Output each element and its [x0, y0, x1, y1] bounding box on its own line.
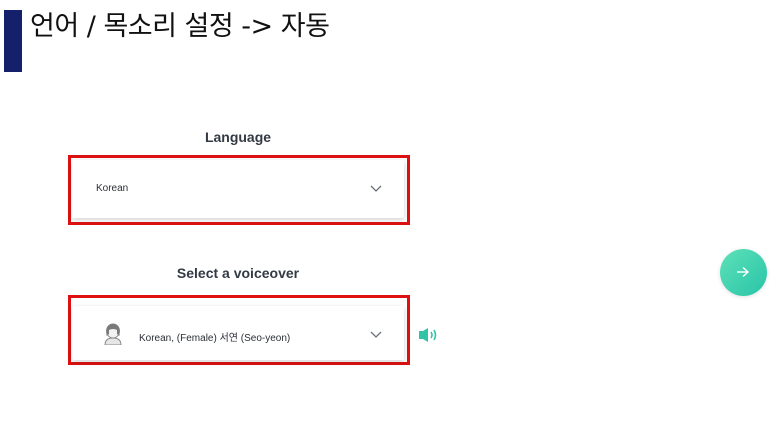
language-selected-value: Korean [96, 183, 129, 194]
voiceover-label: Select a voiceover [176, 265, 300, 281]
voiceover-selected-value: Korean, (Female) 서연 (Seo-yeon) [139, 333, 291, 344]
speaker-icon[interactable] [418, 327, 440, 343]
female-avatar-icon [104, 323, 122, 345]
voiceover-dropdown[interactable]: Korean, (Female) 서연 (Seo-yeon) [72, 306, 404, 360]
next-button[interactable] [720, 249, 767, 296]
language-dropdown[interactable]: Korean [72, 160, 404, 218]
title-accent-bar [4, 10, 22, 72]
language-label: Language [204, 129, 272, 145]
slide-title: 언어 / 목소리 설정 -> 자동 [30, 11, 330, 42]
chevron-down-icon [370, 185, 382, 192]
tutorial-slide: 언어 / 목소리 설정 -> 자동 Language Korean Select… [0, 0, 784, 431]
arrow-right-icon [737, 266, 750, 278]
chevron-down-icon [370, 331, 382, 338]
